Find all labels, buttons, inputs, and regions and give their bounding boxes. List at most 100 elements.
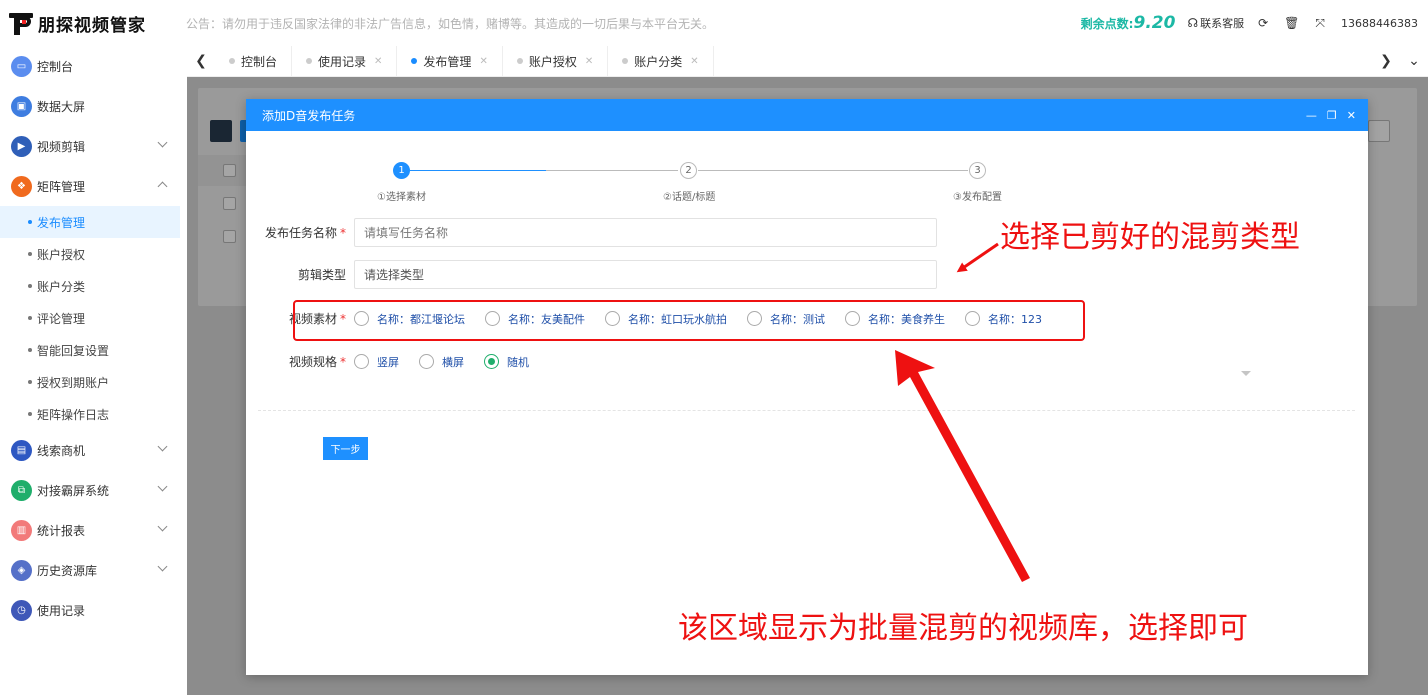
tab-usage[interactable]: 使用记录 ✕: [292, 45, 398, 77]
user-phone[interactable]: 13688446383: [1341, 17, 1418, 30]
radio-circle[interactable]: [419, 354, 434, 369]
step-line: [546, 170, 678, 171]
sidebar-item-history[interactable]: ◈ 历史资源库: [0, 550, 180, 590]
tabs-bar: ❮ 控制台 使用记录 ✕ 发布管理 ✕ 账户授权 ✕ 账户分类 ✕ ❯ ⌄: [187, 45, 1428, 77]
tabs-menu-button[interactable]: ⌄: [1400, 46, 1428, 77]
bg-refresh-button: [210, 120, 232, 142]
sidebar-item-label: 线索商机: [37, 443, 86, 458]
chevron-down-icon: [157, 521, 168, 532]
sidebar-item-label: 统计报表: [37, 523, 86, 538]
support-link[interactable]: ☊ 联系客服: [1187, 15, 1244, 31]
tab-label: 账户分类: [634, 54, 683, 69]
sidebar-sub-label: 授权到期账户: [37, 375, 110, 390]
screen-icon: ▣: [11, 95, 32, 117]
trash-icon: 🗑: [1284, 16, 1300, 30]
tabs-prev-button[interactable]: ❮: [187, 46, 215, 77]
task-name-label: 发布任务名称 *: [264, 226, 346, 240]
sidebar-item-data-screen[interactable]: ▣ 数据大屏: [0, 86, 180, 126]
sidebar-sub-matrix-log[interactable]: 矩阵操作日志: [0, 398, 180, 430]
step-3-circle: 3: [969, 162, 986, 179]
chevron-left-icon: ❮: [195, 53, 207, 69]
headset-icon: ☊: [1187, 16, 1199, 30]
sidebar-sub-smart-reply[interactable]: 智能回复设置: [0, 334, 180, 366]
next-step-button[interactable]: 下一步: [323, 437, 368, 460]
close-icon[interactable]: ✕: [1347, 109, 1356, 122]
tab-label: 使用记录: [318, 54, 367, 69]
tab-label: 控制台: [241, 54, 278, 69]
close-icon[interactable]: ✕: [479, 56, 487, 67]
radio-label: 竖屏: [377, 355, 399, 369]
trash-button[interactable]: 🗑: [1284, 16, 1301, 30]
sidebar-item-usage[interactable]: ◷ 使用记录: [0, 590, 180, 630]
task-name-row: 发布任务名称 *: [250, 218, 937, 247]
sidebar-sub-label: 矩阵操作日志: [37, 407, 110, 422]
tab-publish[interactable]: 发布管理 ✕: [397, 45, 503, 77]
sidebar-sub-account-auth[interactable]: 账户授权: [0, 238, 180, 270]
tab-account-auth[interactable]: 账户授权 ✕: [503, 45, 609, 77]
support-label: 联系客服: [1200, 17, 1245, 30]
step-line: [698, 170, 968, 171]
chart-icon: ▤: [11, 439, 32, 461]
refresh-icon: ⟳: [1258, 16, 1269, 30]
bg-checkbox: [223, 164, 236, 177]
sidebar-item-video-edit[interactable]: ▶ 视频剪辑: [0, 126, 180, 166]
sidebar-sub-expired-accounts[interactable]: 授权到期账户: [0, 366, 180, 398]
matrix-icon: ❖: [11, 175, 32, 197]
logo: 朋探视频管家: [0, 0, 180, 46]
sidebar-item-label: 对接霸屏系统: [37, 483, 110, 498]
tab-label: 账户授权: [528, 54, 577, 69]
step-indicator: 1 2 3 ①选择素材 ②话题/标题 ③发布配置: [246, 162, 1368, 212]
edit-type-label: 剪辑类型: [297, 268, 346, 282]
chevron-down-icon: [157, 137, 168, 148]
spec-option-vertical[interactable]: 竖屏: [354, 354, 399, 370]
radio-circle[interactable]: [354, 354, 369, 369]
caret-down-icon[interactable]: [1241, 371, 1251, 376]
bg-checkbox: [223, 230, 236, 243]
bg-checkbox: [223, 197, 236, 210]
task-name-input[interactable]: [354, 218, 937, 247]
sidebar-sub-account-category[interactable]: 账户分类: [0, 270, 180, 302]
tabs-next-button[interactable]: ❯: [1372, 46, 1400, 77]
fullscreen-icon: ⤧: [1315, 15, 1326, 30]
sidebar-item-matrix[interactable]: ❖ 矩阵管理: [0, 166, 180, 206]
fullscreen-button[interactable]: ⤧: [1315, 16, 1327, 31]
annotation-highlight-box: [293, 300, 1085, 341]
edit-type-placeholder: 请选择类型: [364, 268, 425, 282]
spec-option-horizontal[interactable]: 横屏: [419, 354, 464, 370]
tab-dashboard[interactable]: 控制台: [215, 45, 293, 77]
close-icon[interactable]: ✕: [585, 56, 593, 67]
chevron-down-icon: ⌄: [1408, 53, 1420, 69]
close-icon[interactable]: ✕: [374, 56, 382, 67]
sidebar-sub-publish[interactable]: 发布管理: [0, 206, 180, 238]
sidebar: ▭ 控制台 ▣ 数据大屏 ▶ 视频剪辑 ❖ 矩阵管理 发布管理 账户授权 账户分…: [0, 46, 180, 695]
sidebar-sub-comments[interactable]: 评论管理: [0, 302, 180, 334]
bars-icon: ▥: [11, 519, 32, 541]
chevron-down-icon: [157, 481, 168, 492]
refresh-button[interactable]: ⟳: [1258, 16, 1270, 30]
sidebar-item-reports[interactable]: ▥ 统计报表: [0, 510, 180, 550]
edit-type-select[interactable]: 请选择类型: [354, 260, 937, 289]
spec-option-random[interactable]: 随机: [484, 354, 529, 370]
tab-account-category[interactable]: 账户分类 ✕: [608, 45, 714, 77]
radio-label: 横屏: [442, 355, 464, 369]
sidebar-item-leads[interactable]: ▤ 线索商机: [0, 430, 180, 470]
close-icon[interactable]: ✕: [690, 56, 698, 67]
sidebar-sub-label: 评论管理: [37, 311, 86, 326]
sidebar-item-screen-system[interactable]: ⧉ 对接霸屏系统: [0, 470, 180, 510]
minimize-icon[interactable]: —: [1306, 109, 1317, 122]
step-2-label: ②话题/标题: [663, 192, 716, 203]
tab-label: 发布管理: [423, 54, 472, 69]
step-3-label: ③发布配置: [953, 192, 1002, 203]
radio-circle-checked[interactable]: [484, 354, 499, 369]
maximize-icon[interactable]: ❐: [1327, 109, 1337, 122]
chevron-down-icon: [157, 441, 168, 452]
bg-search-button: [1368, 120, 1390, 142]
modal-title: 添加D音发布任务: [262, 108, 356, 123]
step-1-label: ①选择素材: [377, 192, 426, 203]
add-task-modal: 添加D音发布任务 — ❐ ✕ 1 2 3 ①选择素材 ②话题/标题 ③发布配置 …: [246, 99, 1368, 675]
step-1-circle: 1: [393, 162, 410, 179]
clock-icon: ◷: [11, 599, 32, 621]
step-progress-line: [410, 170, 546, 171]
sidebar-item-dashboard[interactable]: ▭ 控制台: [0, 46, 180, 86]
sidebar-sub-label: 发布管理: [37, 215, 86, 230]
